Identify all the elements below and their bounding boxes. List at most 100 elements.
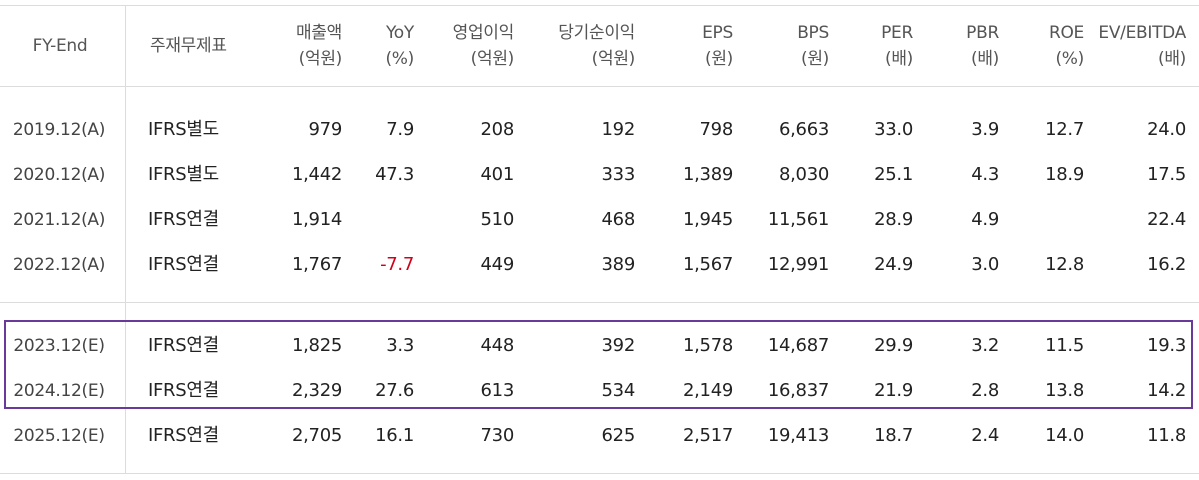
header-ev-ebitda: EV/EBITDA — [1098, 23, 1186, 43]
cell-net-income: 534 — [601, 380, 636, 401]
header-yoy: YoY — [385, 23, 414, 43]
header-bps: BPS — [797, 23, 829, 43]
header-per: PER — [881, 23, 913, 43]
cell-revenue: 1,825 — [291, 335, 342, 356]
header-pbr: PBR — [966, 23, 999, 43]
cell-fy-end: 2024.12(E) — [13, 381, 105, 401]
cell-bps: 11,561 — [767, 209, 829, 230]
cell-fy-end: 2021.12(A) — [12, 210, 106, 230]
cell-roe: 12.8 — [1045, 254, 1084, 275]
cell-yoy: -7.7 — [380, 254, 414, 275]
header-ev-ebitda-unit: (배) — [1157, 49, 1186, 69]
header-fy-end: FY-End — [32, 36, 88, 56]
cell-fy-end: 2019.12(A) — [12, 120, 106, 140]
table-top-border — [0, 5, 1199, 6]
cell-fy-end: 2025.12(E) — [13, 426, 105, 446]
cell-eps: 1,578 — [682, 335, 733, 356]
cell-revenue: 1,767 — [291, 254, 342, 275]
cell-bps: 12,991 — [767, 254, 829, 275]
cell-roe: 11.5 — [1045, 335, 1084, 356]
cell-operating-income: 449 — [480, 254, 515, 275]
cell-revenue: 1,442 — [291, 164, 342, 185]
cell-revenue: 2,705 — [291, 425, 342, 446]
financial-table: FY-End 주재무제표 매출액 (억원) YoY (%) 영업이익 (억원) 당기순이익 (억원… — [0, 0, 1199, 480]
cell-eps: 798 — [699, 119, 734, 140]
header-revenue-unit: (억원) — [298, 49, 343, 69]
cell-net-income: 392 — [601, 335, 636, 356]
cell-operating-income: 510 — [480, 209, 515, 230]
table-bottom-border — [0, 473, 1199, 474]
header-operating-income: 영업이익 — [452, 23, 515, 43]
header-eps-unit: (원) — [704, 49, 733, 69]
cell-ev-ebitda: 19.3 — [1147, 335, 1186, 356]
column-divider-header — [125, 5, 126, 86]
cell-per: 21.9 — [874, 380, 913, 401]
cell-pbr: 3.9 — [971, 119, 999, 140]
cell-bps: 19,413 — [767, 425, 829, 446]
header-statement-type: 주재무제표 — [150, 36, 227, 56]
header-operating-income-unit: (억원) — [470, 49, 515, 69]
cell-net-income: 192 — [601, 119, 636, 140]
cell-yoy: 7.9 — [386, 119, 414, 140]
header-bottom-border — [0, 86, 1199, 87]
cell-statement-type: IFRS연결 — [148, 380, 219, 401]
cell-net-income: 333 — [601, 164, 636, 185]
cell-roe: 13.8 — [1045, 380, 1084, 401]
cell-fy-end: 2023.12(E) — [13, 336, 105, 356]
header-roe-unit: (%) — [1055, 49, 1084, 69]
cell-operating-income: 208 — [480, 119, 515, 140]
header-revenue: 매출액 — [295, 23, 342, 43]
cell-revenue: 1,914 — [291, 209, 342, 230]
cell-pbr: 2.4 — [971, 425, 999, 446]
cell-pbr: 2.8 — [971, 380, 999, 401]
column-divider-body — [125, 86, 126, 473]
cell-bps: 6,663 — [778, 119, 829, 140]
header-per-unit: (배) — [884, 49, 913, 69]
cell-statement-type: IFRS연결 — [148, 254, 219, 275]
cell-roe: 14.0 — [1045, 425, 1084, 446]
cell-per: 25.1 — [874, 164, 913, 185]
header-net-income: 당기순이익 — [558, 23, 635, 43]
header-pbr-unit: (배) — [970, 49, 999, 69]
cell-ev-ebitda: 22.4 — [1147, 209, 1186, 230]
cell-per: 33.0 — [874, 119, 913, 140]
cell-statement-type: IFRS연결 — [148, 335, 219, 356]
cell-per: 29.9 — [874, 335, 913, 356]
cell-fy-end: 2022.12(A) — [12, 255, 106, 275]
cell-eps: 1,389 — [682, 164, 733, 185]
cell-operating-income: 730 — [480, 425, 515, 446]
cell-fy-end: 2020.12(A) — [12, 165, 106, 185]
cell-per: 28.9 — [874, 209, 913, 230]
cell-pbr: 4.3 — [971, 164, 999, 185]
cell-ev-ebitda: 24.0 — [1147, 119, 1186, 140]
header-yoy-unit: (%) — [385, 49, 414, 69]
cell-per: 18.7 — [874, 425, 913, 446]
header-roe: ROE — [1048, 23, 1084, 43]
cell-operating-income: 613 — [480, 380, 515, 401]
cell-revenue: 979 — [308, 119, 343, 140]
cell-statement-type: IFRS연결 — [148, 209, 219, 230]
section-divider — [0, 302, 1199, 303]
cell-net-income: 625 — [601, 425, 636, 446]
cell-yoy: 47.3 — [375, 164, 414, 185]
cell-statement-type: IFRS별도 — [148, 164, 219, 185]
cell-bps: 8,030 — [778, 164, 829, 185]
cell-pbr: 3.2 — [971, 335, 999, 356]
cell-ev-ebitda: 17.5 — [1147, 164, 1186, 185]
cell-roe: 18.9 — [1045, 164, 1084, 185]
header-bps-unit: (원) — [800, 49, 829, 69]
header-net-income-unit: (억원) — [591, 49, 636, 69]
cell-roe: 12.7 — [1045, 119, 1084, 140]
cell-yoy: 3.3 — [386, 335, 414, 356]
cell-statement-type: IFRS연결 — [148, 425, 219, 446]
cell-net-income: 468 — [601, 209, 636, 230]
cell-yoy: 16.1 — [375, 425, 414, 446]
cell-operating-income: 401 — [480, 164, 515, 185]
cell-pbr: 3.0 — [971, 254, 999, 275]
cell-eps: 2,149 — [682, 380, 733, 401]
cell-eps: 2,517 — [682, 425, 733, 446]
header-eps: EPS — [702, 23, 733, 43]
cell-yoy: 27.6 — [375, 380, 414, 401]
cell-revenue: 2,329 — [291, 380, 342, 401]
cell-statement-type: IFRS별도 — [148, 119, 219, 140]
